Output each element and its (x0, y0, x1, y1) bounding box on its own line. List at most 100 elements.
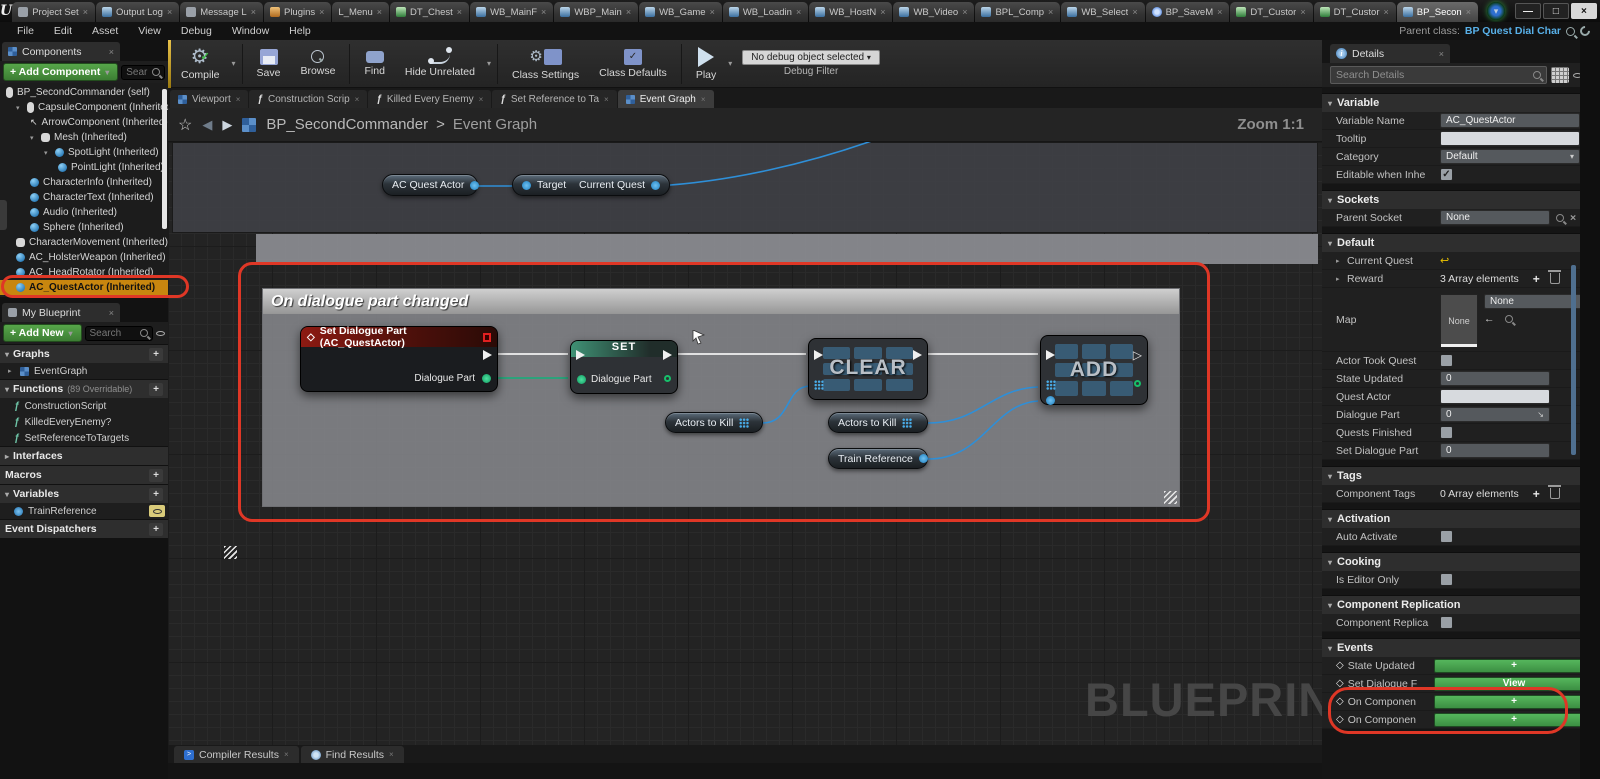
section-header[interactable]: ▾ Sockets (1322, 190, 1600, 209)
window-tab-output-log[interactable]: Output Log × (95, 2, 180, 22)
component-row-charactertext[interactable]: CharacterText (Inherited) (0, 190, 168, 205)
function-constructionscript[interactable]: ƒ ConstructionScript (0, 398, 168, 414)
component-row-capsule[interactable]: ▾ CapsuleComponent (Inherited) (0, 100, 168, 115)
details-search[interactable] (1330, 66, 1547, 84)
window-tab-wb-mainf[interactable]: WB_MainF × (470, 2, 554, 22)
component-row-arrow[interactable]: ↖ ArrowComponent (Inherited) (0, 115, 168, 130)
expander-icon[interactable]: ▾ (16, 104, 23, 112)
function-setreferencetotargets[interactable]: ƒ SetReferenceToTargets (0, 430, 168, 446)
component-row-sphere[interactable]: Sphere (Inherited) (0, 220, 168, 235)
add-element-icon[interactable]: + (1533, 272, 1540, 286)
is-editor-only-checkbox[interactable] (1440, 573, 1453, 586)
details-search-input[interactable] (1336, 69, 1533, 81)
tab-set-reference-to-targets[interactable]: ƒ Set Reference to Ta × (492, 90, 617, 108)
class-defaults-button[interactable]: ✓ Class Defaults (589, 41, 677, 87)
tab-killed-every-enemy[interactable]: ƒ Killed Every Enemy × (368, 90, 492, 108)
add-macro-button[interactable]: + (149, 468, 163, 482)
window-tab-wb-loading[interactable]: WB_Loadin × (722, 2, 809, 22)
node-get-ac-quest-actor[interactable]: AC Quest Actor (382, 174, 480, 196)
close-icon[interactable]: × (710, 7, 715, 17)
menu-window[interactable]: Window (223, 25, 278, 37)
section-header[interactable]: ▾ Activation (1322, 509, 1600, 528)
component-row-ac-questactor[interactable]: AC_QuestActor (Inherited) (0, 280, 168, 295)
components-scrollbar[interactable] (162, 89, 167, 229)
category-dropdown[interactable]: Default ▾ (1440, 149, 1580, 164)
close-icon[interactable]: × (1217, 7, 1222, 17)
close-icon[interactable]: × (1132, 7, 1137, 17)
close-icon[interactable]: × (319, 7, 324, 17)
collapsed-panel-handle[interactable] (0, 200, 7, 230)
tab-construction-script[interactable]: ƒ Construction Scrip × (249, 90, 368, 108)
window-tab-wb-video[interactable]: WB_Video × (893, 2, 975, 22)
eventgraph-item[interactable]: ▸ EventGraph (0, 363, 168, 379)
exec-output-pin[interactable] (663, 350, 672, 360)
close-icon[interactable]: × (389, 750, 394, 759)
trash-icon[interactable] (1547, 270, 1561, 284)
close-icon[interactable]: × (1300, 7, 1305, 17)
my-blueprint-search[interactable] (84, 325, 153, 341)
browse-button[interactable]: Browse (290, 41, 345, 87)
close-icon[interactable]: × (541, 7, 546, 17)
graph-canvas[interactable]: BLUEPRINT On dialogue part changed AC Qu… (168, 142, 1322, 745)
exec-input-pin[interactable] (576, 350, 585, 360)
clear-icon[interactable]: × (1570, 212, 1576, 224)
close-icon[interactable]: × (167, 7, 172, 17)
state-updated-field[interactable]: 0 (1440, 371, 1550, 386)
component-row-charactermovement[interactable]: CharacterMovement (Inherited) (0, 235, 168, 250)
actor-took-quest-checkbox[interactable] (1440, 354, 1453, 367)
chevron-down-icon[interactable]: ▾ (728, 59, 732, 68)
variable-trainreference[interactable]: TrainReference (0, 503, 168, 519)
visibility-toggle[interactable] (149, 505, 165, 517)
component-row-characterinfo[interactable]: CharacterInfo (Inherited) (0, 175, 168, 190)
close-icon[interactable]: × (355, 95, 360, 104)
search-icon[interactable] (1556, 213, 1564, 222)
close-icon[interactable]: × (626, 7, 631, 17)
tab-event-graph[interactable]: Event Graph × (617, 90, 714, 108)
window-tab-dt-chest[interactable]: DT_Chest × (390, 2, 470, 22)
close-icon[interactable]: × (701, 95, 706, 104)
window-tab-wb-host[interactable]: WB_HostN × (809, 2, 893, 22)
auto-activate-checkbox[interactable] (1440, 530, 1453, 543)
tab-viewport[interactable]: Viewport × (170, 90, 249, 108)
menu-debug[interactable]: Debug (172, 25, 221, 37)
node-set-variable[interactable]: SET Dialogue Part (570, 340, 678, 394)
expander-icon[interactable]: ▸ (1336, 275, 1343, 283)
chevron-down-icon[interactable]: ▾ (232, 59, 236, 68)
details-tab[interactable]: i Details × (1330, 44, 1450, 63)
close-icon[interactable]: × (880, 7, 885, 17)
node-get-train-reference[interactable]: Train Reference (828, 448, 928, 469)
minimize-button[interactable]: — (1514, 3, 1541, 19)
parent-class-link[interactable]: BP Quest Dial Char (1465, 25, 1561, 37)
add-component-button[interactable]: + Add Component ▾ (3, 63, 119, 81)
close-icon[interactable]: × (109, 47, 114, 57)
close-icon[interactable]: × (83, 7, 88, 17)
input-pin[interactable] (522, 180, 531, 190)
event-dispatchers-header[interactable]: Event Dispatchers + (0, 519, 168, 538)
menu-edit[interactable]: Edit (45, 25, 81, 37)
new-item-pin[interactable] (1046, 396, 1055, 405)
component-row-ac-holsterweapon[interactable]: AC_HolsterWeapon (Inherited) (0, 250, 168, 265)
add-dispatcher-button[interactable]: + (149, 522, 163, 536)
component-replicates-checkbox[interactable] (1440, 616, 1453, 629)
add-event-button[interactable]: + (1434, 712, 1594, 727)
window-tab-bp-save[interactable]: BP_SaveM × (1145, 2, 1230, 22)
output-pin[interactable] (651, 180, 660, 190)
use-selected-icon[interactable]: ← (1484, 313, 1495, 325)
close-icon[interactable]: × (109, 308, 114, 318)
array-output-pin[interactable] (739, 417, 750, 428)
close-icon[interactable]: × (1384, 7, 1389, 17)
node-array-add[interactable]: ADD ▷ (1040, 335, 1148, 405)
node-set-dialogue-part-event[interactable]: ◇ Set Dialogue Part (AC_QuestActor) Dialo… (300, 325, 498, 392)
component-row-spotlight[interactable]: ▾ SpotLight (Inherited) (0, 145, 168, 160)
map-dropdown[interactable]: None▾ (1484, 294, 1594, 309)
close-icon[interactable]: × (479, 95, 484, 104)
window-tab-wbp-main[interactable]: WBP_Main × (554, 2, 639, 22)
menu-file[interactable]: File (8, 25, 43, 37)
trash-icon[interactable] (1547, 485, 1561, 499)
window-tab-dt-custom-2[interactable]: DT_Custor × (1313, 2, 1396, 22)
expander-icon[interactable]: ▾ (44, 149, 51, 157)
debug-object-select[interactable]: No debug object selected ▾ (742, 50, 880, 65)
component-row-pointlight[interactable]: PointLight (Inherited) (0, 160, 168, 175)
map-thumbnail[interactable]: None (1440, 294, 1478, 348)
expander-icon[interactable]: ▸ (8, 367, 15, 375)
